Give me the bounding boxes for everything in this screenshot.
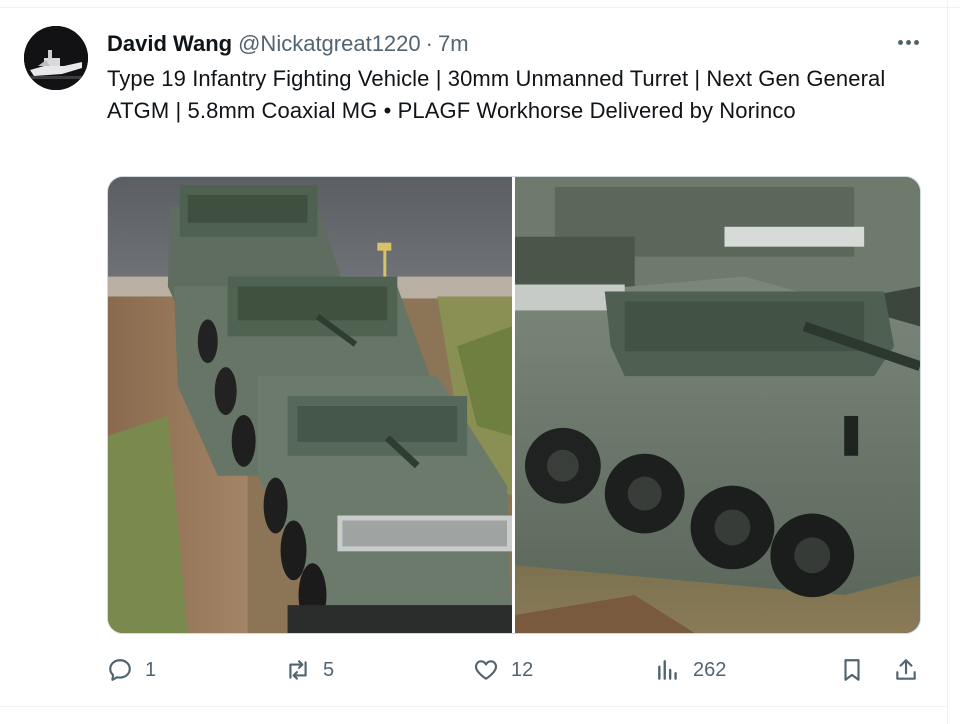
action-bar: 1 5 12 262 [107,652,927,688]
reply-count: 1 [145,658,157,681]
retweet-button[interactable]: 5 [285,652,334,688]
heart-icon [473,657,499,683]
tweet-header: David Wang @Nickatgreat1220 · 7m [107,30,469,58]
bottom-divider [0,706,948,707]
bookmark-icon [839,657,865,683]
media-grid [107,176,921,634]
views-button[interactable]: 262 [655,652,726,688]
media-photo-1[interactable] [108,177,512,633]
like-count: 12 [511,658,534,681]
reply-button[interactable]: 1 [107,652,156,688]
retweet-icon [285,657,311,683]
share-button[interactable] [893,652,919,688]
like-button[interactable]: 12 [473,652,533,688]
media-photo-2[interactable] [515,177,920,633]
separator-dot: · [425,31,433,56]
author-name[interactable]: David Wang [107,31,232,57]
reply-icon [107,657,133,683]
avatar[interactable] [24,26,88,90]
share-icon [893,657,919,683]
tweet-text: Type 19 Infantry Fighting Vehicle | 30mm… [107,66,886,123]
timestamp[interactable]: 7m [438,31,469,57]
views-icon [655,657,681,683]
retweet-count: 5 [323,658,335,681]
tweet-card[interactable]: David Wang @Nickatgreat1220 · 7m Type 19… [0,0,948,706]
more-horizontal-icon[interactable] [893,30,923,54]
bookmark-button[interactable] [839,652,865,688]
view-count: 262 [693,658,727,681]
author-handle[interactable]: @Nickatgreat1220 [238,31,421,57]
